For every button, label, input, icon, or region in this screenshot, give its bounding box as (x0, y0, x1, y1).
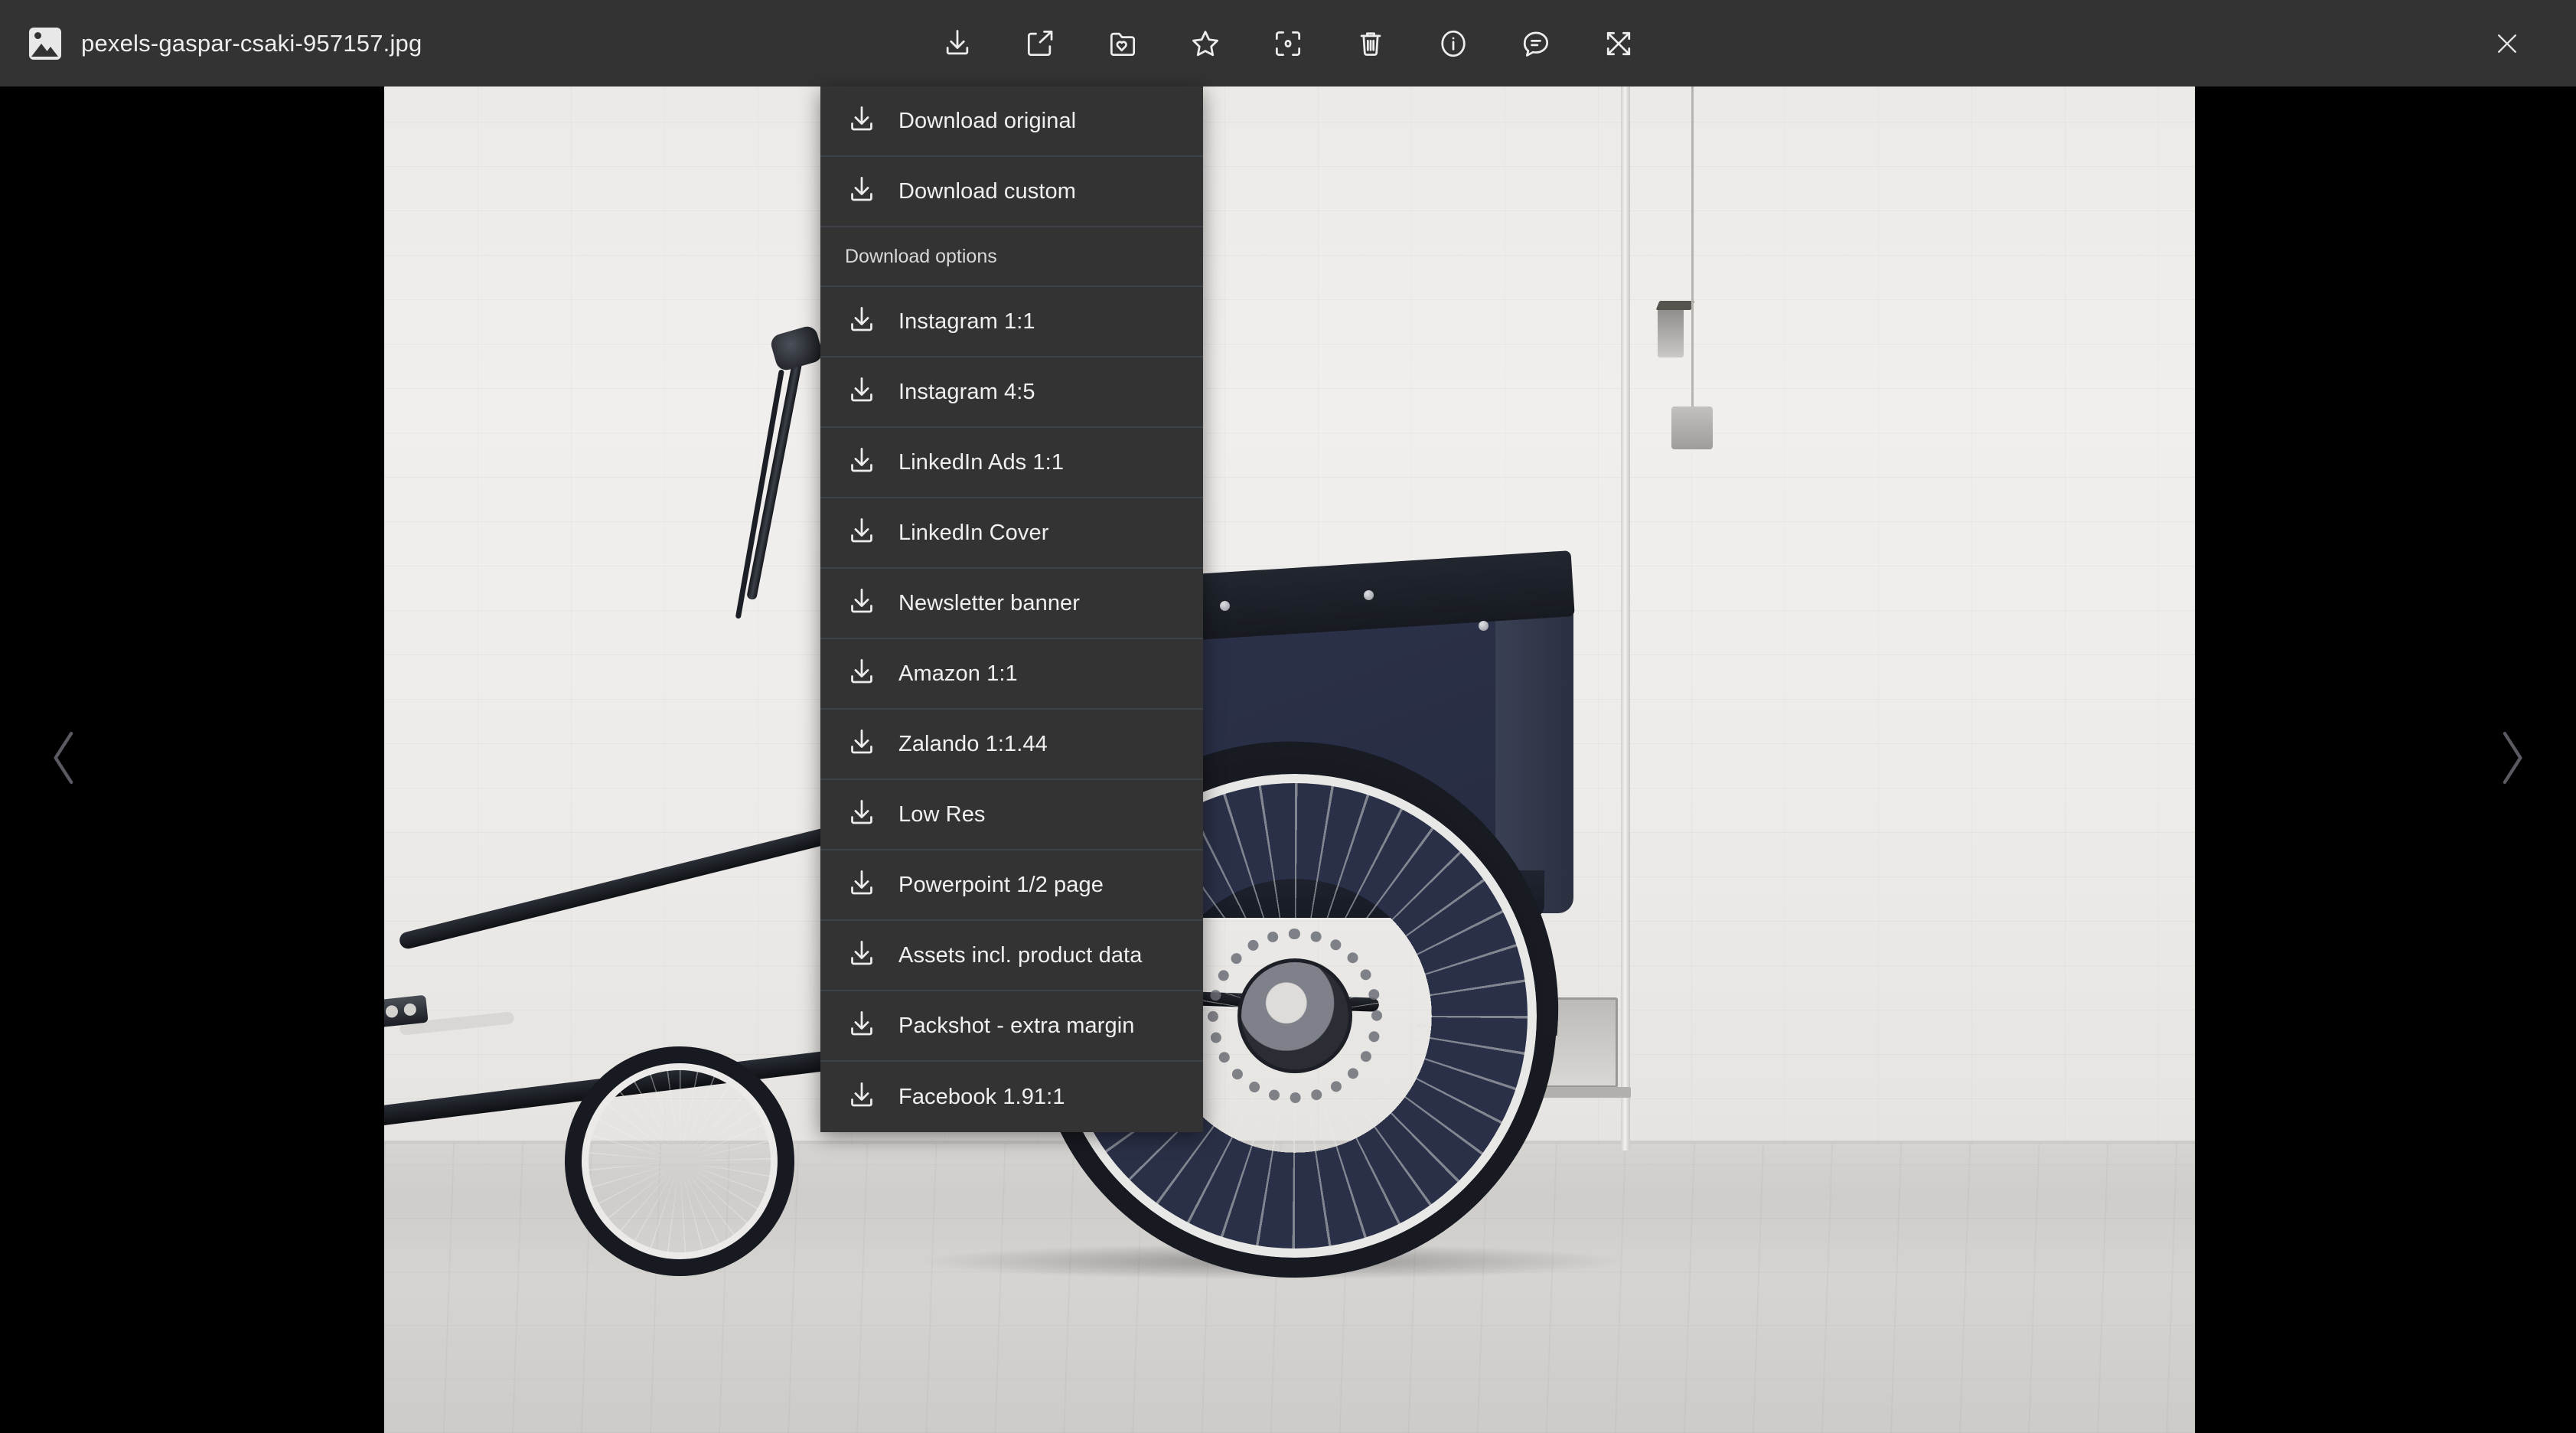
menu-item-label: Instagram 1:1 (898, 308, 1035, 334)
menu-item-facebook-1-91-1[interactable]: Facebook 1.91:1 (820, 1062, 1203, 1132)
menu-item-amazon-1-1[interactable]: Amazon 1:1 (820, 639, 1203, 710)
download-icon (845, 867, 879, 904)
download-menu: Download original Download custom Download… (820, 87, 1203, 1132)
cargo-bike (384, 316, 1854, 1288)
image-viewer: pexels-gaspar-csaki-957157.jpg Download … (0, 0, 2576, 1433)
download-icon (845, 444, 879, 481)
toolbar-actions (936, 0, 1640, 87)
menu-item-linkedin-cover[interactable]: LinkedIn Cover (820, 498, 1203, 569)
previous-image-button[interactable] (28, 714, 101, 806)
file-identity: pexels-gaspar-csaki-957157.jpg (0, 27, 422, 60)
share-icon[interactable] (1019, 22, 1061, 65)
chevron-right-icon (2490, 726, 2533, 793)
menu-item-label: Assets incl. product data (898, 942, 1143, 968)
menu-item-label: Download custom (898, 178, 1076, 204)
download-icon (845, 726, 879, 763)
star-icon[interactable] (1184, 22, 1227, 65)
menu-item-label: LinkedIn Cover (898, 520, 1049, 545)
download-icon (845, 374, 879, 411)
menu-item-label: Low Res (898, 801, 986, 827)
collection-icon[interactable] (1101, 22, 1144, 65)
image-preview[interactable] (384, 87, 2195, 1433)
viewer-toolbar: pexels-gaspar-csaki-957157.jpg (0, 0, 2576, 87)
menu-item-powerpoint-1-2-page[interactable]: Powerpoint 1/2 page (820, 850, 1203, 921)
menu-item-linkedin-ads-1-1[interactable]: LinkedIn Ads 1:1 (820, 428, 1203, 498)
menu-item-download-custom[interactable]: Download custom (820, 157, 1203, 227)
section-label-text: Download options (845, 245, 997, 267)
fullscreen-icon[interactable] (1597, 22, 1640, 65)
image-file-icon (29, 27, 61, 60)
menu-item-label: Powerpoint 1/2 page (898, 872, 1104, 897)
download-icon (845, 796, 879, 834)
crop-focus-icon[interactable] (1267, 22, 1309, 65)
download-icon (845, 1007, 879, 1045)
viewer-stage (0, 87, 2576, 1433)
download-icon (845, 303, 879, 341)
next-image-button[interactable] (2475, 714, 2548, 806)
menu-item-label: Packshot - extra margin (898, 1013, 1135, 1038)
menu-item-label: Zalando 1:1.44 (898, 731, 1048, 756)
menu-item-label: Download original (898, 108, 1077, 133)
comment-icon[interactable] (1515, 22, 1557, 65)
menu-item-download-original[interactable]: Download original (820, 87, 1203, 157)
download-options-section-label: Download options (820, 227, 1203, 287)
download-icon (845, 937, 879, 974)
download-icon (845, 1079, 879, 1116)
trash-icon[interactable] (1349, 22, 1392, 65)
download-icon (845, 173, 879, 211)
download-icon (845, 514, 879, 552)
menu-item-label: Facebook 1.91:1 (898, 1084, 1065, 1109)
menu-item-instagram-1-1[interactable]: Instagram 1:1 (820, 287, 1203, 357)
menu-item-label: Amazon 1:1 (898, 661, 1018, 686)
menu-item-newsletter-banner[interactable]: Newsletter banner (820, 569, 1203, 639)
menu-item-label: LinkedIn Ads 1:1 (898, 449, 1065, 475)
menu-item-label: Newsletter banner (898, 590, 1081, 615)
menu-item-instagram-4-5[interactable]: Instagram 4:5 (820, 357, 1203, 428)
info-icon[interactable] (1432, 22, 1475, 65)
download-icon (845, 103, 879, 140)
download-icon (845, 655, 879, 693)
download-icon[interactable] (936, 22, 979, 65)
chevron-left-icon (43, 726, 86, 793)
close-icon[interactable] (2486, 22, 2529, 65)
menu-item-low-res[interactable]: Low Res (820, 780, 1203, 850)
menu-item-assets-incl-product-data[interactable]: Assets incl. product data (820, 921, 1203, 991)
menu-item-zalando-1-1-44[interactable]: Zalando 1:1.44 (820, 710, 1203, 780)
download-icon (845, 585, 879, 622)
page-title: pexels-gaspar-csaki-957157.jpg (81, 29, 422, 57)
menu-item-packshot-extra-margin[interactable]: Packshot - extra margin (820, 991, 1203, 1062)
front-wheel (565, 1046, 794, 1276)
menu-item-label: Instagram 4:5 (898, 379, 1035, 404)
